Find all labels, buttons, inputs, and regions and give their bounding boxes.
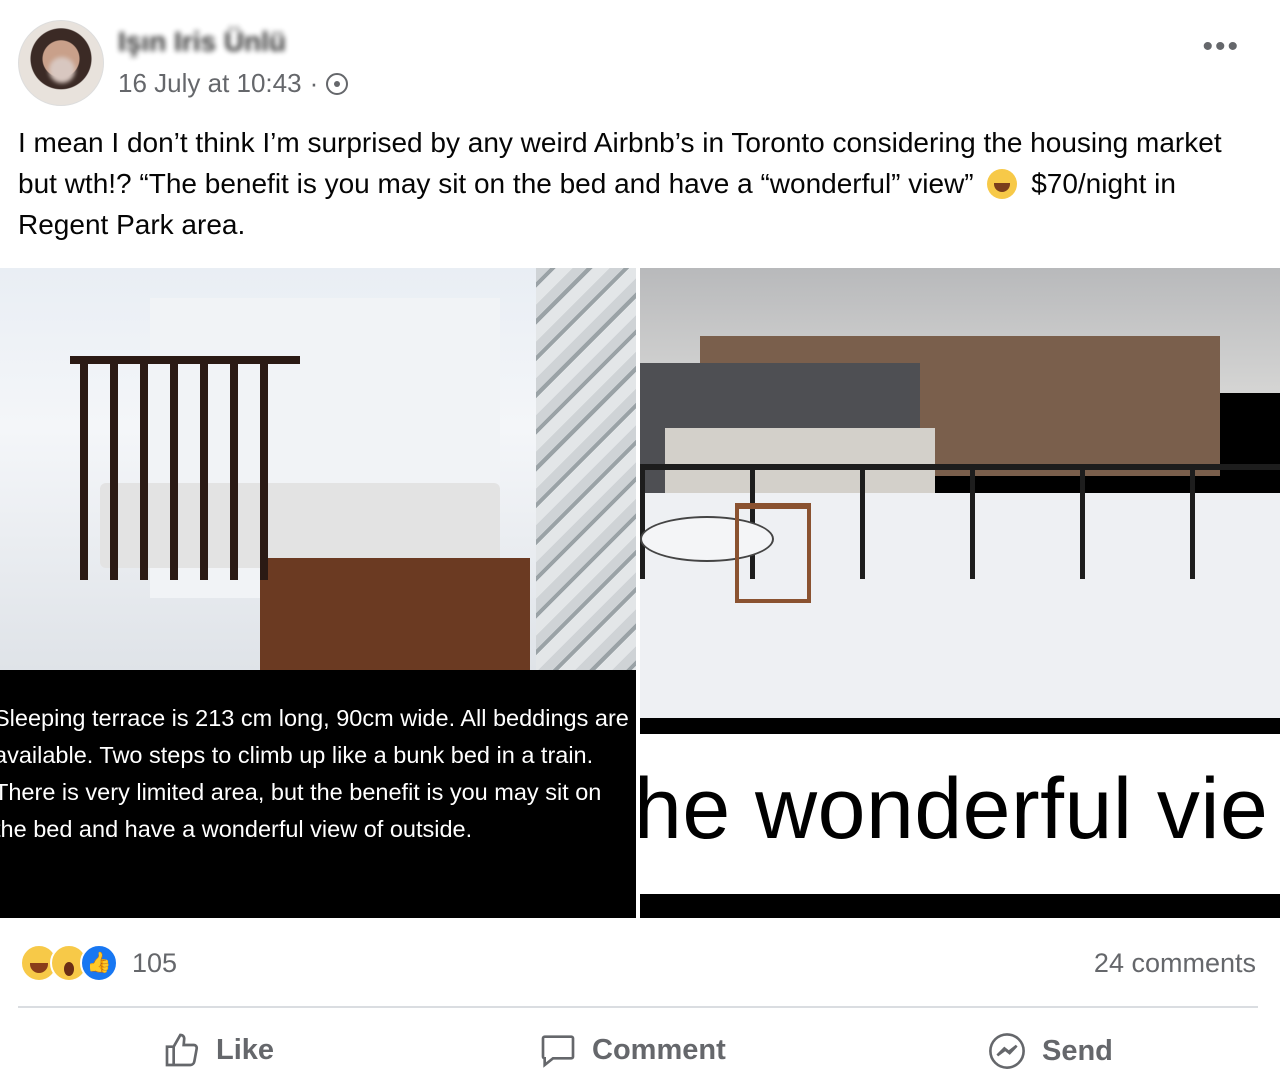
messenger-icon <box>986 1030 1028 1072</box>
post-timestamp[interactable]: 16 July at 10:43 <box>118 68 302 99</box>
actions-divider <box>18 1006 1258 1008</box>
globe-icon <box>326 72 349 95</box>
comments-count[interactable]: 24 comments <box>1094 948 1256 979</box>
like-label: Like <box>216 1033 275 1066</box>
comment-label: Comment <box>592 1033 726 1066</box>
send-button[interactable]: Send <box>986 1030 1113 1072</box>
wonderful-view-text: he wonderful vie <box>640 761 1269 857</box>
send-label: Send <box>1042 1034 1113 1067</box>
photo-sleeping-terrace[interactable]: Sleeping terrace is 213 cm long, 90cm wi… <box>0 268 636 918</box>
author-name[interactable]: Işın Iris Ünlü <box>118 26 286 58</box>
room-image <box>0 268 636 670</box>
comment-button[interactable]: Comment <box>538 1030 726 1070</box>
reactions-summary[interactable]: 👍 105 <box>20 944 177 982</box>
post-meta: 16 July at 10:43 · <box>118 68 349 99</box>
like-reaction-icon: 👍 <box>80 944 118 982</box>
photo-wonderful-view[interactable]: he wonderful vie <box>640 268 1280 918</box>
listing-caption: Sleeping terrace is 213 cm long, 90cm wi… <box>0 705 629 842</box>
reaction-count[interactable]: 105 <box>132 948 177 979</box>
more-options-button[interactable]: ••• <box>1202 32 1240 62</box>
like-icon <box>162 1030 202 1070</box>
rolling-laughing-emoji-icon <box>987 169 1018 199</box>
meta-separator: · <box>309 68 319 98</box>
post-actions: Like Comment Send <box>0 1024 1280 1080</box>
post-text: I mean I don’t think I’m surprised by an… <box>18 122 1268 245</box>
comment-icon <box>538 1030 578 1070</box>
author-avatar[interactable] <box>18 20 104 106</box>
like-button[interactable]: Like <box>162 1030 274 1070</box>
